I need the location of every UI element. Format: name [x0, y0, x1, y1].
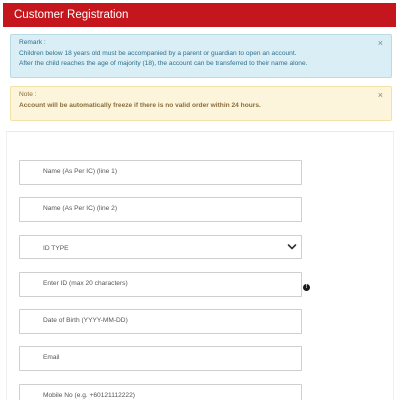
remark-title: Remark :: [19, 39, 46, 46]
info-icon[interactable]: !: [303, 284, 310, 291]
id-type-select[interactable]: ID TYPE: [19, 235, 302, 259]
name-line-2-input[interactable]: Name (As Per IC) (line 2): [19, 197, 302, 222]
id-type-value: ID TYPE: [43, 245, 69, 252]
email-input[interactable]: Email: [19, 346, 302, 371]
remark-alert: × Remark : Children below 18 years old m…: [10, 34, 392, 78]
chevron-down-icon: [287, 244, 297, 250]
close-icon[interactable]: ×: [378, 90, 383, 100]
name-line-1-placeholder: Name (As Per IC) (line 1): [43, 168, 118, 175]
date-of-birth-placeholder: Date of Birth (YYYY-MM-DD): [43, 317, 128, 324]
page-title: Customer Registration: [14, 9, 129, 21]
date-of-birth-input[interactable]: Date of Birth (YYYY-MM-DD): [19, 309, 302, 334]
note-title: Note :: [19, 91, 37, 98]
close-icon[interactable]: ×: [378, 38, 383, 48]
note-message: Account will be automatically freeze if …: [19, 102, 261, 109]
id-number-input[interactable]: Enter ID (max 20 characters): [19, 272, 302, 297]
remark-line-2: After the child reaches the age of major…: [19, 60, 308, 67]
email-placeholder: Email: [43, 354, 60, 361]
id-number-placeholder: Enter ID (max 20 characters): [43, 280, 128, 287]
page-header: Customer Registration: [3, 3, 396, 27]
mobile-number-input[interactable]: Mobile No (e.g. +60121112222): [19, 384, 302, 400]
mobile-number-placeholder: Mobile No (e.g. +60121112222): [43, 392, 135, 399]
name-line-2-placeholder: Name (As Per IC) (line 2): [43, 205, 118, 212]
remark-line-1: Children below 18 years old must be acco…: [19, 50, 297, 57]
note-alert: × Note : Account will be automatically f…: [10, 86, 392, 121]
registration-page: Customer Registration × Remark : Childre…: [0, 0, 400, 400]
name-line-1-input[interactable]: Name (As Per IC) (line 1): [19, 160, 302, 185]
